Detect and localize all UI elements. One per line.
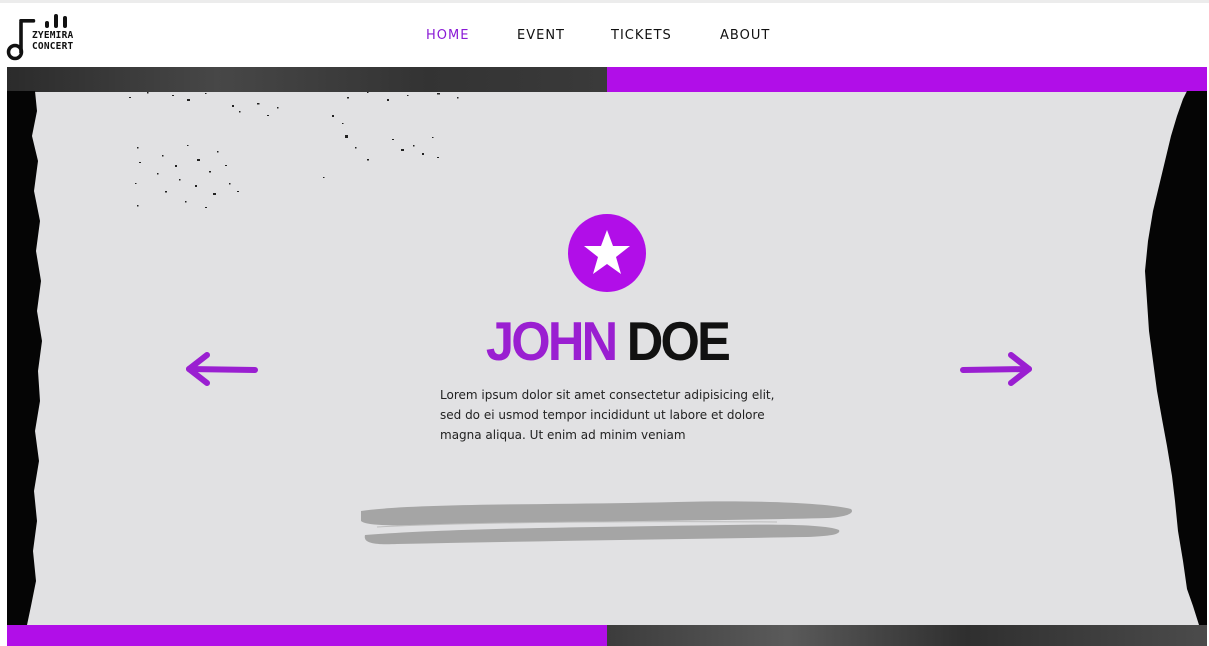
nav-tickets-link[interactable]: TICKETS: [611, 28, 672, 43]
bottom-dark-band: [607, 625, 1207, 646]
artist-last-name: DOE: [626, 310, 731, 372]
nav-event-link[interactable]: EVENT: [517, 28, 565, 43]
description-line: magna aliqua. Ut enim ad minim veniam: [440, 428, 686, 442]
main-nav: HOME EVENT TICKETS ABOUT: [0, 28, 1209, 48]
description-line: Lorem ipsum dolor sit amet consectetur a…: [440, 388, 775, 402]
bottom-accent-band: [7, 625, 607, 646]
next-slide-arrow-icon[interactable]: [957, 349, 1037, 389]
star-badge-icon: [568, 214, 646, 292]
description-line: sed do ei usmod tempor incididunt ut lab…: [440, 408, 765, 422]
site-header: ZYEMIRA CONCERT HOME EVENT TICKETS ABOUT: [0, 3, 1209, 67]
brush-stroke-decoration: [361, 501, 852, 545]
ink-speckles: [129, 92, 459, 208]
artist-first-name: JOHN: [485, 310, 618, 372]
top-accent-band: [607, 67, 1207, 92]
artist-description: Lorem ipsum dolor sit amet consectetur a…: [440, 385, 780, 445]
nav-about-link[interactable]: ABOUT: [720, 28, 770, 43]
prev-slide-arrow-icon[interactable]: [181, 349, 261, 389]
torn-edge-left: [7, 91, 42, 625]
nav-home-link[interactable]: HOME: [426, 28, 469, 43]
hero-slider: JOHN DOE Lorem ipsum dolor sit amet cons…: [7, 67, 1207, 646]
